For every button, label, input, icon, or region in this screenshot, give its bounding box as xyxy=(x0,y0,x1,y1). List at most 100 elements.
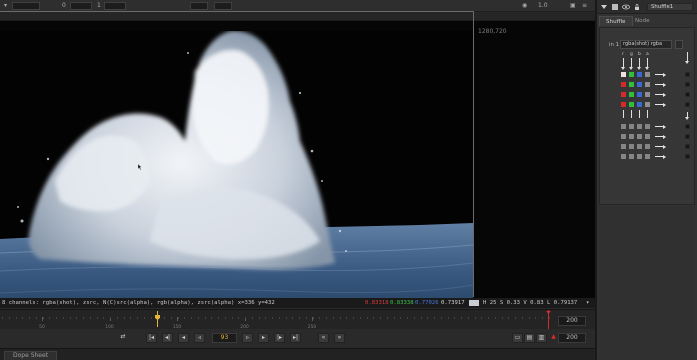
in-label: in 1 xyxy=(609,42,620,48)
channel-toggle[interactable] xyxy=(637,144,642,149)
current-frame-field[interactable]: 93 xyxy=(212,333,237,343)
output-channel-box[interactable] xyxy=(685,82,690,87)
eye-icon[interactable] xyxy=(622,3,630,11)
channel-toggle[interactable] xyxy=(629,102,634,107)
zoom-value[interactable]: 1.0 xyxy=(538,2,548,10)
proxy-icon[interactable]: ▣ xyxy=(570,2,576,10)
channel-toggle[interactable] xyxy=(645,92,650,97)
cache-button[interactable]: ▥ xyxy=(536,333,547,343)
channel-toggle[interactable] xyxy=(629,72,634,77)
channel-toggle[interactable] xyxy=(637,82,642,87)
timeline-minor-tick xyxy=(299,317,300,319)
next-keyframe-button[interactable]: |▸ xyxy=(274,333,285,343)
channel-toggle[interactable] xyxy=(621,72,626,77)
channel-toggle[interactable] xyxy=(637,124,642,129)
input-arrow-icon xyxy=(621,67,625,70)
timeline-minor-tick xyxy=(137,317,138,319)
channel-toggle[interactable] xyxy=(645,124,650,129)
playhead-marker[interactable] xyxy=(155,311,160,327)
timeline-ruler[interactable]: 50 100 150 200 250 xyxy=(0,317,555,330)
collapse-icon[interactable] xyxy=(600,3,608,11)
channel-toggle[interactable] xyxy=(629,144,634,149)
channel-toggle[interactable] xyxy=(645,72,650,77)
channel-dropdown-icon[interactable]: ▾ xyxy=(4,2,7,10)
channel-toggle[interactable] xyxy=(621,124,626,129)
in-layer-select[interactable]: rgba(shot) rgba xyxy=(620,40,672,49)
timeline-minor-tick xyxy=(143,317,145,319)
menu-icon[interactable]: ≡ xyxy=(582,2,587,10)
channel-toggle[interactable] xyxy=(645,134,650,139)
side-arrow-icon xyxy=(685,117,689,120)
node-color-icon[interactable] xyxy=(611,3,619,11)
output-channel-box[interactable] xyxy=(685,144,690,149)
channel-toggle[interactable] xyxy=(637,92,642,97)
channel-toggle[interactable] xyxy=(645,144,650,149)
first-frame-button[interactable]: |◂ xyxy=(146,333,157,343)
gain-input[interactable] xyxy=(190,2,208,10)
output-channel-box[interactable] xyxy=(685,72,690,77)
output-channel-box[interactable] xyxy=(685,92,690,97)
channel-selector[interactable] xyxy=(12,2,40,10)
play-forward-button[interactable]: ▸ xyxy=(258,333,269,343)
in-layer-button[interactable] xyxy=(675,40,683,49)
channel-toggle[interactable] xyxy=(629,82,634,87)
end-frame-field[interactable]: 200 xyxy=(558,316,586,326)
output-channel-box[interactable] xyxy=(685,134,690,139)
viewer-canvas[interactable] xyxy=(0,21,595,298)
timeline-minor-tick xyxy=(49,317,51,319)
channel-toggle[interactable] xyxy=(637,134,642,139)
skip-forward-button[interactable]: » xyxy=(334,333,345,343)
node-name-field[interactable]: Shuffle1 xyxy=(647,3,693,11)
step-back-button[interactable]: ◃ xyxy=(194,333,205,343)
mouse-cursor-icon xyxy=(138,164,142,170)
channel-toggle[interactable] xyxy=(621,82,626,87)
channel-toggle[interactable] xyxy=(629,154,634,159)
tab-dope-sheet[interactable]: Dope Sheet xyxy=(4,351,58,360)
channel-toggle[interactable] xyxy=(629,92,634,97)
channel-label: a xyxy=(646,52,649,57)
output-channel-box[interactable] xyxy=(685,124,690,129)
last-frame-button[interactable]: ▸| xyxy=(290,333,301,343)
channel-toggle[interactable] xyxy=(629,124,634,129)
output-channel-box[interactable] xyxy=(685,102,690,107)
timeline-minor-tick xyxy=(150,317,152,319)
timeline-minor-tick xyxy=(319,317,321,319)
channel-toggle[interactable] xyxy=(637,154,642,159)
output-channel-box[interactable] xyxy=(685,154,690,159)
channel-toggle[interactable] xyxy=(621,154,626,159)
increment-field[interactable]: 200 xyxy=(558,333,586,343)
gamma-input[interactable] xyxy=(214,2,232,10)
render-button[interactable]: ▤ xyxy=(524,333,535,343)
channel-toggle[interactable] xyxy=(621,102,626,107)
channel-toggle[interactable] xyxy=(645,154,650,159)
prev-keyframe-button[interactable]: ◂| xyxy=(162,333,173,343)
timeline-minor-tick xyxy=(56,317,57,319)
zoom-icon[interactable]: ◉ xyxy=(522,2,527,10)
channel-toggle[interactable] xyxy=(621,92,626,97)
info-expand-icon[interactable]: ▾ xyxy=(586,298,589,308)
timeline-minor-tick xyxy=(89,317,91,319)
channel-toggle[interactable] xyxy=(621,144,626,149)
field-b-input[interactable] xyxy=(104,2,126,10)
tab-node[interactable]: Node xyxy=(629,16,656,26)
step-forward-button[interactable]: ▹ xyxy=(242,333,253,343)
lock-icon[interactable] xyxy=(633,3,641,11)
channel-toggle[interactable] xyxy=(637,102,642,107)
input-line xyxy=(631,110,632,118)
play-backward-button[interactable]: ◂ xyxy=(178,333,189,343)
input-line xyxy=(647,110,648,118)
timeline-minor-tick xyxy=(353,317,354,319)
playback-mode-icon[interactable]: ⇄ xyxy=(116,333,130,343)
field-a-input[interactable] xyxy=(70,2,92,10)
channel-toggle[interactable] xyxy=(621,134,626,139)
channel-label: b xyxy=(638,52,641,57)
channel-toggle[interactable] xyxy=(629,134,634,139)
timeline[interactable]: 50 100 150 200 250 200 xyxy=(0,309,595,330)
tab-shuffle[interactable]: Shuffle xyxy=(599,16,633,26)
flipbook-button[interactable]: ▭ xyxy=(512,333,523,343)
channel-toggle[interactable] xyxy=(637,72,642,77)
skip-back-button[interactable]: « xyxy=(318,333,329,343)
channel-toggle[interactable] xyxy=(645,82,650,87)
channel-toggle[interactable] xyxy=(645,102,650,107)
out-point-marker[interactable] xyxy=(546,310,551,330)
